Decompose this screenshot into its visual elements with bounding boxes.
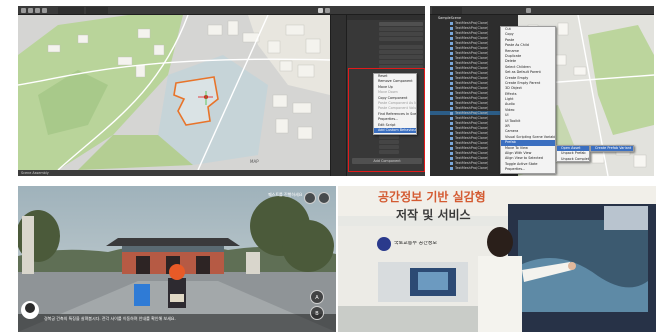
cube-icon — [450, 31, 453, 35]
cube-icon — [450, 41, 453, 45]
prefab-submenu: Open Asset Unpack Prefab Unpack Complete… — [556, 145, 590, 162]
inspector-row[interactable] — [349, 32, 424, 36]
cube-icon — [450, 66, 453, 70]
banner-title: 공간정보 기반 실감형 — [378, 190, 486, 204]
cube-icon — [450, 106, 453, 110]
toolbar — [18, 6, 425, 15]
gameobject-context-menu: Cut Copy Paste Paste As Child Rename Duplicat… — [500, 26, 556, 174]
hierarchy-root[interactable]: SampleScene — [430, 16, 518, 20]
inspector-row[interactable] — [349, 60, 424, 64]
inspector-row[interactable] — [349, 22, 424, 26]
cube-icon — [450, 101, 453, 105]
cube-icon — [450, 91, 453, 95]
move-tool-icon[interactable] — [28, 8, 33, 13]
cube-icon — [450, 146, 453, 150]
cube-icon — [450, 56, 453, 60]
logo-text: 국토교통부 공간정보 — [394, 241, 437, 246]
unity-editor-right: SampleScene TextMeshPro(Clone) TextMeshPr… — [430, 6, 654, 176]
hud-action-button[interactable]: B — [310, 306, 324, 320]
toolbar — [430, 6, 654, 15]
scale-tool-icon[interactable] — [42, 8, 47, 13]
svg-text:MAP: MAP — [250, 159, 259, 164]
tab-hierarchy[interactable] — [432, 7, 462, 14]
tab-scene[interactable] — [58, 7, 84, 14]
tab-game[interactable] — [86, 7, 108, 14]
add-icon[interactable] — [526, 8, 531, 13]
scene-map: MAP — [18, 15, 330, 170]
inspector-row[interactable] — [349, 50, 424, 54]
cube-icon — [450, 111, 453, 115]
inspector-row[interactable] — [349, 55, 424, 59]
game-scene — [18, 186, 336, 332]
hierarchy-item-label: TextMeshPro(Clone) — [455, 165, 489, 170]
scene-view[interactable]: MAP — [18, 15, 330, 170]
cube-icon — [450, 36, 453, 40]
inspector-row[interactable] — [349, 37, 424, 41]
hud-button[interactable] — [318, 192, 330, 204]
menu-item[interactable]: Properties... — [501, 167, 555, 172]
inspector-header — [347, 15, 425, 20]
cube-icon — [450, 86, 453, 90]
cube-icon — [450, 161, 453, 165]
cube-icon — [450, 131, 453, 135]
play-icon[interactable] — [318, 8, 323, 13]
status-text: Scene Assembly — [21, 170, 49, 175]
cube-icon — [450, 116, 453, 120]
cube-icon — [450, 76, 453, 80]
rotate-tool-icon[interactable] — [35, 8, 40, 13]
subtitle-text: 경복궁 건축의 특징을 살펴봅시다. 전각 사이를 이동하며 안내를 확인해 보… — [44, 316, 176, 321]
cube-icon — [450, 51, 453, 55]
context-menu-items: Cut Copy Paste Paste As Child Rename Duplicat… — [501, 27, 555, 173]
cube-icon — [450, 166, 453, 170]
cube-icon — [450, 81, 453, 85]
prefab-variant-submenu: Create Prefab Variant — [590, 145, 634, 152]
cube-icon — [450, 151, 453, 155]
submenu-create-variant[interactable]: Create Prefab Variant — [591, 146, 633, 152]
hand-tool-icon[interactable] — [21, 8, 26, 13]
game-view: 경복궁 건축의 특징을 살펴봅시다. 전각 사이를 이동하며 안내를 확인해 보… — [18, 186, 336, 332]
photo-scene — [338, 186, 656, 332]
cube-icon — [450, 46, 453, 50]
cube-icon — [450, 71, 453, 75]
cube-icon — [450, 136, 453, 140]
submenu-unpack-completely[interactable]: Unpack Completely — [557, 157, 589, 162]
hud-button[interactable] — [304, 192, 316, 204]
cube-icon — [450, 61, 453, 65]
highlight-outline — [348, 68, 425, 172]
status-bar: Scene Assembly — [18, 170, 330, 176]
hierarchy-strip — [330, 15, 346, 176]
inspector-row[interactable] — [349, 45, 424, 49]
hud-action-button[interactable]: A — [310, 290, 324, 304]
demo-photo: 공간정보 기반 실감형 저작 및 서비스 국토교통부 공간정보 — [338, 186, 656, 332]
cube-icon — [450, 21, 453, 25]
cube-icon — [450, 156, 453, 160]
hierarchy-item[interactable]: TextMeshPro(Clone) — [430, 21, 518, 25]
cube-icon — [450, 126, 453, 130]
cube-icon — [450, 141, 453, 145]
inspector-row[interactable] — [349, 27, 424, 31]
cube-icon — [450, 26, 453, 30]
cube-icon — [450, 121, 453, 125]
cube-icon — [450, 96, 453, 100]
banner-subtitle: 저작 및 서비스 — [396, 208, 471, 222]
unity-editor-left: MAP Scene Assembly Reset Remove Componen… — [18, 6, 425, 176]
quest-notice: 퀘스트를 진행하세요 — [268, 192, 303, 197]
pause-icon[interactable] — [325, 8, 330, 13]
